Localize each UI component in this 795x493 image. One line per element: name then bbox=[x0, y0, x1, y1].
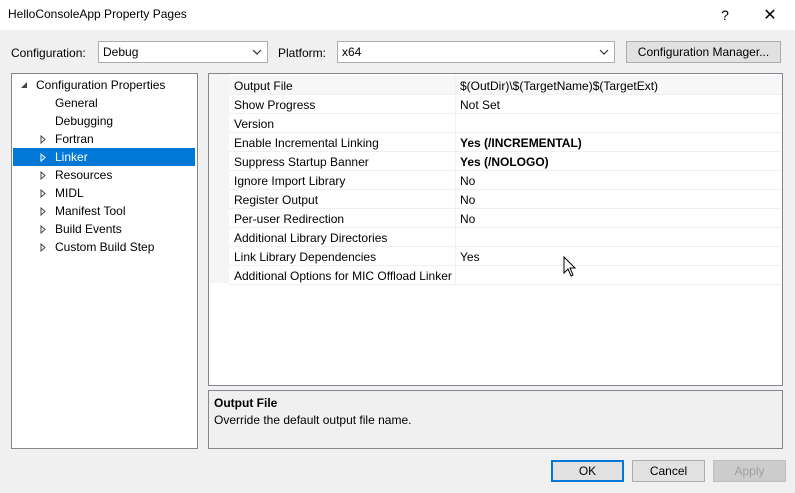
apply-button[interactable]: Apply bbox=[713, 460, 786, 482]
column-separator bbox=[455, 152, 456, 171]
tree-item-label: Manifest Tool bbox=[55, 204, 126, 218]
property-grid[interactable]: Output File $(OutDir)\$(TargetName)$(Tar… bbox=[208, 73, 783, 386]
column-separator bbox=[455, 133, 456, 152]
column-separator bbox=[455, 76, 456, 95]
configuration-label: Configuration: bbox=[11, 46, 86, 60]
property-name: Enable Incremental Linking bbox=[234, 136, 379, 150]
property-name: Additional Options for MIC Offload Linke… bbox=[234, 269, 452, 283]
property-row-additional-options-mic-offload-linker[interactable]: Additional Options for MIC Offload Linke… bbox=[229, 266, 782, 285]
property-row-link-library-dependencies[interactable]: Link Library Dependencies Yes bbox=[229, 247, 782, 266]
collapsed-triangle-icon[interactable] bbox=[38, 166, 48, 184]
tree-item-debugging[interactable]: Debugging bbox=[12, 112, 197, 130]
description-text: Override the default output file name. bbox=[214, 413, 412, 427]
column-separator bbox=[455, 228, 456, 247]
platform-dropdown[interactable]: x64 bbox=[337, 41, 615, 63]
property-row-output-file[interactable]: Output File $(OutDir)\$(TargetName)$(Tar… bbox=[229, 76, 782, 95]
tree-item-label: Resources bbox=[55, 168, 113, 182]
tree-item-label: MIDL bbox=[55, 186, 84, 200]
column-separator bbox=[455, 190, 456, 209]
property-row-register-output[interactable]: Register Output No bbox=[229, 190, 782, 209]
mouse-pointer-icon bbox=[563, 256, 577, 277]
property-row-per-user-redirection[interactable]: Per-user Redirection No bbox=[229, 209, 782, 228]
property-value[interactable]: Yes bbox=[460, 250, 480, 264]
property-name: Output File bbox=[234, 79, 293, 93]
tree-item-general[interactable]: General bbox=[12, 94, 197, 112]
chevron-down-icon bbox=[252, 49, 262, 55]
property-value[interactable]: No bbox=[460, 174, 475, 188]
tree-item-midl[interactable]: MIDL bbox=[12, 184, 197, 202]
column-separator bbox=[455, 209, 456, 228]
property-row-suppress-startup-banner[interactable]: Suppress Startup Banner Yes (/NOLOGO) bbox=[229, 152, 782, 171]
property-value[interactable]: No bbox=[460, 193, 475, 207]
collapsed-triangle-icon[interactable] bbox=[38, 238, 48, 256]
tree-item-label: Linker bbox=[55, 150, 88, 164]
property-name: Additional Library Directories bbox=[234, 231, 388, 245]
property-name: Suppress Startup Banner bbox=[234, 155, 369, 169]
property-value[interactable]: Yes (/INCREMENTAL) bbox=[460, 136, 582, 150]
tree-item-resources[interactable]: Resources bbox=[12, 166, 197, 184]
platform-value: x64 bbox=[342, 45, 362, 59]
description-panel: Output File Override the default output … bbox=[208, 390, 783, 449]
tree-item-label: Custom Build Step bbox=[55, 240, 155, 254]
tree-item-custom-build-step[interactable]: Custom Build Step bbox=[12, 238, 197, 256]
column-separator bbox=[455, 247, 456, 266]
configuration-value: Debug bbox=[103, 45, 139, 59]
property-value[interactable]: Not Set bbox=[460, 98, 500, 112]
tree-item-label: General bbox=[55, 96, 98, 110]
column-separator bbox=[455, 114, 456, 133]
description-title: Output File bbox=[214, 396, 278, 410]
collapsed-triangle-icon[interactable] bbox=[38, 202, 48, 220]
category-tree[interactable]: Configuration Properties General Debuggi… bbox=[11, 73, 198, 449]
cancel-button[interactable]: Cancel bbox=[632, 460, 705, 482]
chevron-down-icon bbox=[599, 49, 609, 55]
expanded-triangle-icon[interactable] bbox=[19, 76, 29, 94]
collapsed-triangle-icon[interactable] bbox=[38, 184, 48, 202]
property-value[interactable]: No bbox=[460, 212, 475, 226]
collapsed-triangle-icon[interactable] bbox=[38, 148, 48, 166]
close-button[interactable]: ✕ bbox=[750, 0, 790, 30]
tree-item-manifest-tool[interactable]: Manifest Tool bbox=[12, 202, 197, 220]
column-separator bbox=[455, 171, 456, 190]
configuration-manager-button[interactable]: Configuration Manager... bbox=[626, 41, 781, 63]
configuration-dropdown[interactable]: Debug bbox=[98, 41, 268, 63]
property-row-version[interactable]: Version bbox=[229, 114, 782, 133]
tree-item-build-events[interactable]: Build Events bbox=[12, 220, 197, 238]
property-name: Version bbox=[234, 117, 275, 131]
platform-label: Platform: bbox=[278, 46, 327, 60]
collapsed-triangle-icon[interactable] bbox=[38, 130, 48, 148]
window-title: HelloConsoleApp Property Pages bbox=[8, 7, 187, 21]
help-button[interactable]: ? bbox=[705, 0, 745, 30]
column-separator bbox=[455, 266, 456, 285]
grid-gutter bbox=[209, 74, 229, 283]
column-separator bbox=[455, 95, 456, 114]
collapsed-triangle-icon[interactable] bbox=[38, 220, 48, 238]
property-row-enable-incremental-linking[interactable]: Enable Incremental Linking Yes (/INCREME… bbox=[229, 133, 782, 152]
ok-button[interactable]: OK bbox=[551, 460, 624, 482]
tree-item-fortran[interactable]: Fortran bbox=[12, 130, 197, 148]
property-name: Ignore Import Library bbox=[234, 174, 346, 188]
property-name: Link Library Dependencies bbox=[234, 250, 377, 264]
tree-item-label: Build Events bbox=[55, 222, 122, 236]
tree-item-linker[interactable]: Linker bbox=[13, 148, 195, 166]
property-row-show-progress[interactable]: Show Progress Not Set bbox=[229, 95, 782, 114]
tree-item-label: Fortran bbox=[55, 132, 94, 146]
property-value[interactable]: $(OutDir)\$(TargetName)$(TargetExt) bbox=[460, 79, 658, 93]
tree-item-configuration-properties[interactable]: Configuration Properties bbox=[12, 76, 197, 94]
property-name: Show Progress bbox=[234, 98, 316, 112]
property-name: Per-user Redirection bbox=[234, 212, 345, 226]
tree-item-label: Configuration Properties bbox=[36, 78, 166, 92]
property-value[interactable]: Yes (/NOLOGO) bbox=[460, 155, 549, 169]
title-bar: HelloConsoleApp Property Pages ? ✕ bbox=[0, 0, 795, 30]
property-row-additional-library-directories[interactable]: Additional Library Directories bbox=[229, 228, 782, 247]
property-row-ignore-import-library[interactable]: Ignore Import Library No bbox=[229, 171, 782, 190]
property-name: Register Output bbox=[234, 193, 319, 207]
tree-item-label: Debugging bbox=[55, 114, 114, 128]
